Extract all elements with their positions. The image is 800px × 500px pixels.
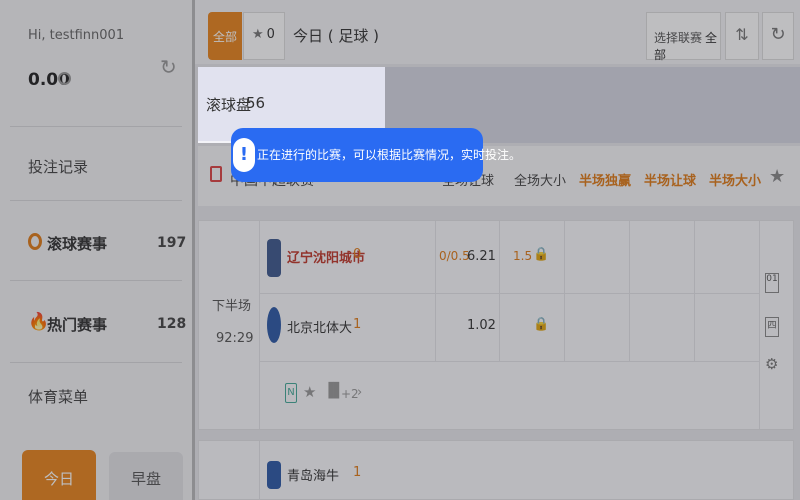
onboarding-tooltip: ! 正在进行的比赛，可以根据比赛情况，实时投注。 <box>231 128 521 182</box>
tooltip-text: 正在进行的比赛，可以根据比赛情况，实时投注。 <box>257 148 522 162</box>
alert-icon: ! <box>233 138 255 172</box>
onboarding-overlay <box>0 0 800 500</box>
live-banner-count: 56 <box>246 94 266 112</box>
live-banner-label: 滚球盘 <box>206 96 252 114</box>
